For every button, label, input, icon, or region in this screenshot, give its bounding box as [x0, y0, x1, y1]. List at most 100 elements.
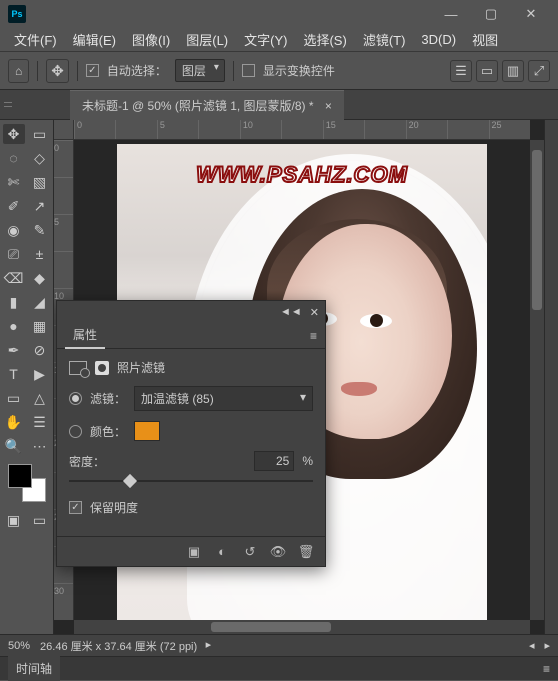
menu-edit[interactable]: 编辑(E) — [67, 28, 122, 51]
preserve-luminosity-checkbox[interactable] — [69, 501, 82, 514]
density-input[interactable]: 25 — [254, 451, 294, 471]
document-tab[interactable]: 未标题-1 @ 50% (照片滤镜 1, 图层蒙版/8) * × — [70, 90, 344, 120]
visibility-icon[interactable]: 👁 — [267, 541, 289, 563]
properties-panel: ◄◄ ✕ 属性 ≡ 照片滤镜 滤镜： 加温滤镜 (85) — [56, 300, 326, 567]
menu-view[interactable]: 视图 — [466, 28, 504, 51]
tool-0[interactable]: ✥ — [3, 124, 25, 144]
menu-file[interactable]: 文件(F) — [8, 28, 63, 51]
scrollbar-vertical-thumb[interactable] — [532, 150, 542, 310]
timeline-tab[interactable]: 时间轴 — [8, 656, 60, 681]
right-dock-collapsed[interactable] — [544, 120, 558, 634]
menu-select[interactable]: 选择(S) — [297, 28, 352, 51]
timeline-menu-icon[interactable]: ≡ — [543, 662, 550, 676]
window-maximize-button[interactable]: ▢ — [472, 3, 510, 25]
tool-18[interactable]: ✒ — [3, 340, 25, 360]
auto-select-mode-dropdown[interactable]: 图层 — [175, 59, 225, 82]
foreground-color-swatch[interactable] — [8, 464, 32, 488]
panel-collapse-icon[interactable]: ◄◄ — [280, 306, 302, 318]
tool-12[interactable]: ⌫ — [3, 268, 25, 288]
status-nav-right-icon[interactable]: ▸ — [544, 639, 550, 652]
align-options-icon[interactable]: ☰ — [450, 60, 472, 82]
screenmode-icon[interactable]: ▭ — [29, 510, 51, 530]
tool-16[interactable]: ● — [3, 316, 25, 336]
color-swatches[interactable] — [8, 464, 46, 502]
canvas-area: 0510152025 051015202530 WWW.PSAHZ.COM ◄◄… — [54, 120, 544, 634]
tool-7[interactable]: ↗ — [29, 196, 51, 216]
tool-25[interactable]: ☰ — [29, 412, 51, 432]
home-button[interactable]: ⌂ — [8, 59, 29, 83]
tool-2[interactable]: ◌ — [3, 148, 25, 168]
menu-3d[interactable]: 3D(D) — [415, 30, 462, 49]
menu-bar: 文件(F) 编辑(E) 图像(I) 图层(L) 文字(Y) 选择(S) 滤镜(T… — [0, 28, 558, 52]
tool-4[interactable]: ✄ — [3, 172, 25, 192]
artboard-icon[interactable]: ▭ — [476, 60, 498, 82]
menu-image[interactable]: 图像(I) — [126, 28, 176, 51]
scrollbar-vertical[interactable] — [530, 140, 544, 620]
tool-3[interactable]: ◇ — [29, 148, 51, 168]
watermark-text: WWW.PSAHZ.COM — [196, 162, 408, 188]
color-radio[interactable] — [69, 425, 82, 438]
tool-22[interactable]: ▭ — [3, 388, 25, 408]
ruler-horizontal[interactable]: 0510152025 — [74, 120, 530, 140]
filter-dropdown[interactable]: 加温滤镜 (85) — [134, 386, 313, 411]
menu-layer[interactable]: 图层(L) — [180, 28, 234, 51]
density-slider[interactable] — [69, 473, 313, 489]
color-swatch[interactable] — [134, 421, 160, 441]
options-bar: ⌂ ✥ 自动选择： 图层 显示变换控件 ☰ ▭ ▥ ⤢ — [0, 52, 558, 90]
window-close-button[interactable]: ✕ — [512, 3, 550, 25]
move-tool-icon[interactable]: ✥ — [46, 59, 69, 83]
zoom-level[interactable]: 50% — [8, 640, 30, 652]
menu-filter[interactable]: 滤镜(T) — [357, 28, 412, 51]
color-label: 颜色： — [90, 423, 126, 440]
auto-select-checkbox[interactable] — [86, 64, 99, 77]
tool-21[interactable]: ▶ — [29, 364, 51, 384]
tool-23[interactable]: △ — [29, 388, 51, 408]
filter-radio[interactable] — [69, 392, 82, 405]
tool-20[interactable]: T — [3, 364, 25, 384]
clip-to-layer-icon[interactable]: ▣ — [183, 541, 205, 563]
panel-tab-properties[interactable]: 属性 — [65, 322, 105, 349]
tool-1[interactable]: ▭ — [29, 124, 51, 144]
reset-icon[interactable]: ↺ — [239, 541, 261, 563]
tool-13[interactable]: ◆ — [29, 268, 51, 288]
density-label: 密度： — [69, 453, 109, 470]
collapse-tools-handle[interactable] — [4, 93, 12, 117]
tool-10[interactable]: ⎚ — [3, 244, 25, 264]
tool-6[interactable]: ✐ — [3, 196, 25, 216]
ruler-origin[interactable] — [54, 120, 74, 140]
scrollbar-horizontal-thumb[interactable] — [211, 622, 331, 632]
tool-17[interactable]: ▦ — [29, 316, 51, 336]
tool-24[interactable]: ✋ — [3, 412, 25, 432]
screen-mode-icon[interactable]: ▥ — [502, 60, 524, 82]
scrollbar-horizontal[interactable] — [74, 620, 530, 634]
panel-menu-icon[interactable]: ≡ — [310, 329, 317, 343]
document-info[interactable]: 26.46 厘米 x 37.64 厘米 (72 ppi) — [40, 638, 211, 654]
tool-11[interactable]: ± — [29, 244, 51, 264]
filter-label: 滤镜： — [90, 390, 126, 407]
document-tab-title: 未标题-1 @ 50% (照片滤镜 1, 图层蒙版/8) * — [82, 99, 314, 113]
document-tab-close-icon[interactable]: × — [325, 99, 332, 113]
adjustment-name: 照片滤镜 — [117, 359, 165, 376]
panel-close-icon[interactable]: ✕ — [310, 306, 319, 319]
status-nav-left-icon[interactable]: ◂ — [529, 639, 535, 652]
adjustment-type-icon[interactable] — [69, 361, 87, 375]
view-previous-state-icon[interactable]: ◐ — [211, 541, 233, 563]
delete-icon[interactable]: 🗑 — [295, 541, 317, 563]
density-slider-handle[interactable] — [123, 474, 137, 488]
tool-8[interactable]: ◉ — [3, 220, 25, 240]
tool-15[interactable]: ◢ — [29, 292, 51, 312]
tool-9[interactable]: ✎ — [29, 220, 51, 240]
menu-type[interactable]: 文字(Y) — [238, 28, 293, 51]
tool-5[interactable]: ▧ — [29, 172, 51, 192]
window-minimize-button[interactable]: — — [432, 3, 470, 25]
show-transform-checkbox[interactable] — [242, 64, 255, 77]
quickmask-icon[interactable]: ▣ — [3, 510, 25, 530]
share-icon[interactable]: ⤢ — [528, 60, 550, 82]
tool-27[interactable]: ⋯ — [29, 436, 51, 456]
density-unit: % — [302, 454, 313, 468]
tool-19[interactable]: ⊘ — [29, 340, 51, 360]
tool-14[interactable]: ▮ — [3, 292, 25, 312]
tool-26[interactable]: 🔍 — [3, 436, 25, 456]
mask-icon[interactable] — [95, 361, 109, 375]
show-transform-label: 显示变换控件 — [263, 62, 335, 79]
